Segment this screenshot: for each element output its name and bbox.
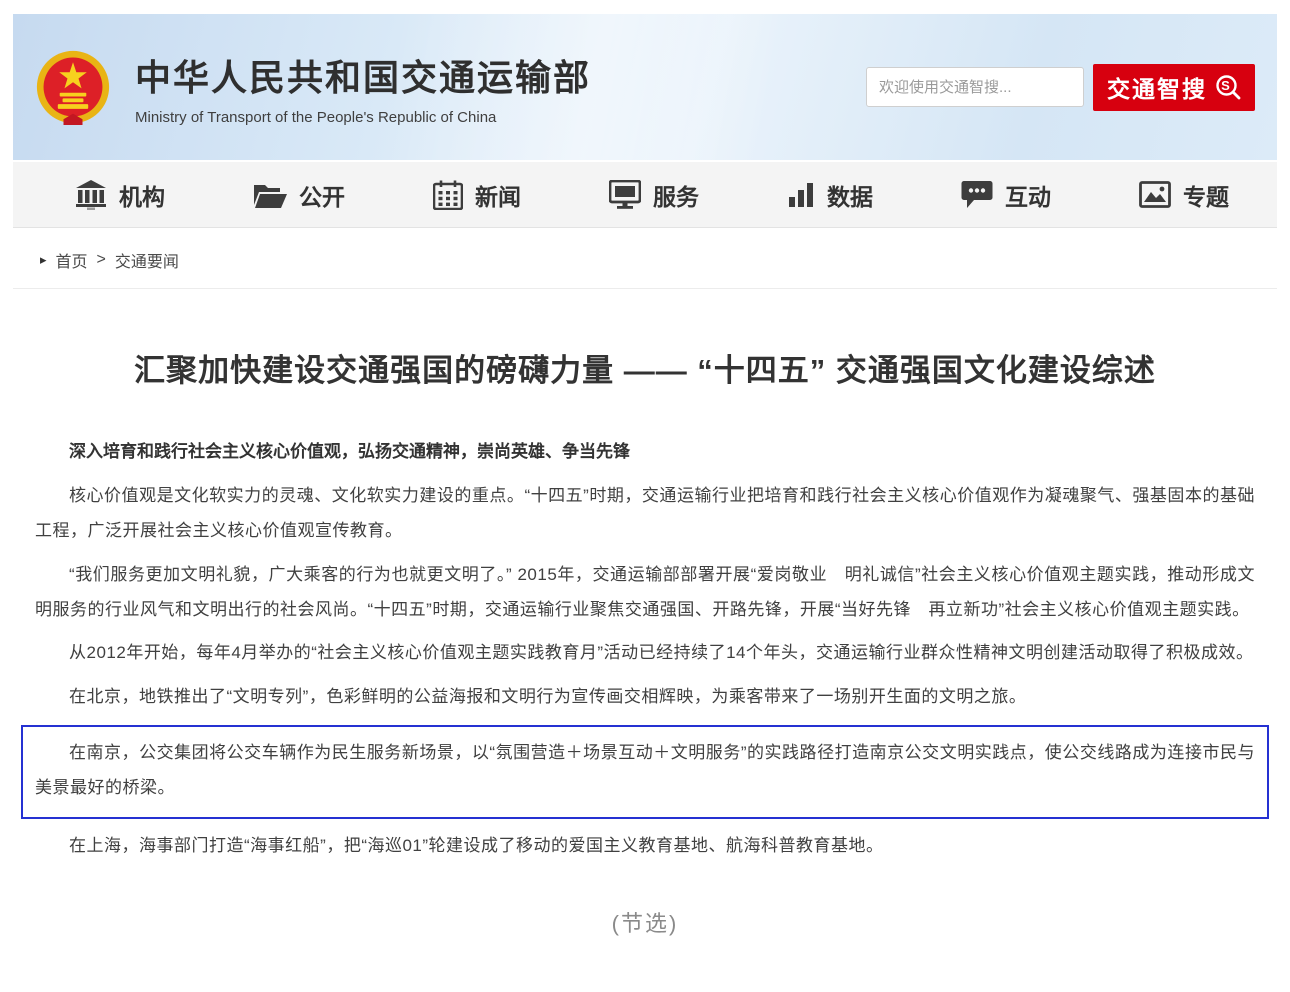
article-paragraph-5-highlighted: 在南京，公交集团将公交车辆作为民生服务新场景，以“氛围营造＋场景互动＋文明服务”… <box>35 736 1255 806</box>
nav-item-xinwen[interactable]: 新闻 <box>433 178 521 212</box>
article-paragraph-3: 从2012年开始，每年4月举办的“社会主义核心价值观主题实践教育月”活动已经持续… <box>35 636 1255 671</box>
nav-item-hudong[interactable]: 互动 <box>961 178 1051 212</box>
bank-building-icon <box>75 180 107 210</box>
nav-label: 数据 <box>827 178 873 212</box>
chat-bubble-icon <box>961 180 993 210</box>
article-footnote: (节选) <box>27 906 1263 938</box>
article-paragraph-1: 核心价值观是文化软实力的灵魂、文化软实力建设的重点。“十四五”时期，交通运输行业… <box>35 479 1255 549</box>
monitor-icon <box>609 180 641 209</box>
search-input[interactable] <box>866 67 1084 107</box>
calendar-icon <box>433 180 463 210</box>
highlighted-paragraph-box: 在南京，公交集团将公交车辆作为民生服务新场景，以“氛围营造＋场景互动＋文明服务”… <box>21 725 1269 819</box>
breadcrumb-separator: > <box>97 251 106 269</box>
article-paragraph-4: 在北京，地铁推出了“文明专列”，色彩鲜明的公益海报和文明行为宣传画交相辉映，为乘… <box>35 680 1255 715</box>
article-paragraph-6: 在上海，海事部门打造“海事红船”，把“海巡01”轮建设成了移动的爱国主义教育基地… <box>35 829 1255 864</box>
breadcrumb-home-link[interactable]: 首页 <box>56 248 88 272</box>
svg-text:S: S <box>1221 78 1232 93</box>
smart-search-button[interactable]: 交通智搜 S <box>1093 64 1255 111</box>
banner-titles: 中华人民共和国交通运输部 Ministry of Transport of th… <box>135 49 591 126</box>
site-subtitle: Ministry of Transport of the People's Re… <box>135 109 591 126</box>
nav-label: 机构 <box>119 178 165 212</box>
article-title: 汇聚加快建设交通强国的磅礴力量 —— “十四五” 交通强国文化建设综述 <box>27 345 1263 390</box>
page: 中华人民共和国交通运输部 Ministry of Transport of th… <box>0 14 1290 992</box>
bar-chart-icon <box>787 181 815 209</box>
breadcrumb-current-link[interactable]: 交通要闻 <box>115 248 179 272</box>
nav-label: 新闻 <box>475 178 521 212</box>
article: 汇聚加快建设交通强国的磅礴力量 —— “十四五” 交通强国文化建设综述 深入培育… <box>0 345 1290 938</box>
picture-icon <box>1139 181 1171 208</box>
main-nav: 机构 公开 新闻 <box>13 162 1277 228</box>
breadcrumb-arrow-icon: ▸ <box>40 252 47 268</box>
s-magnifier-search-icon: S <box>1215 74 1241 100</box>
nav-item-gongkai[interactable]: 公开 <box>253 178 345 212</box>
nav-label: 公开 <box>299 178 345 212</box>
search-button-label: 交通智搜 <box>1107 70 1207 104</box>
site-banner: 中华人民共和国交通运输部 Ministry of Transport of th… <box>13 14 1277 160</box>
article-lead-paragraph: 深入培育和践行社会主义核心价值观，弘扬交通精神，崇尚英雄、争当先锋 <box>35 435 1255 469</box>
china-national-emblem-icon <box>35 49 111 125</box>
nav-item-shuju[interactable]: 数据 <box>787 178 873 212</box>
site-title: 中华人民共和国交通运输部 <box>135 49 591 101</box>
nav-item-fuwu[interactable]: 服务 <box>609 178 699 212</box>
breadcrumb: ▸ 首页 > 交通要闻 <box>13 228 1277 289</box>
search-area: 交通智搜 S <box>866 64 1277 111</box>
nav-item-jigou[interactable]: 机构 <box>75 178 165 212</box>
article-paragraph-2: “我们服务更加文明礼貌，广大乘客的行为也就更文明了。” 2015年，交通运输部部… <box>35 558 1255 628</box>
nav-label: 互动 <box>1005 178 1051 212</box>
nav-item-zhuanti[interactable]: 专题 <box>1139 178 1229 212</box>
folder-icon <box>253 181 287 209</box>
nav-label: 服务 <box>653 178 699 212</box>
nav-label: 专题 <box>1183 178 1229 212</box>
